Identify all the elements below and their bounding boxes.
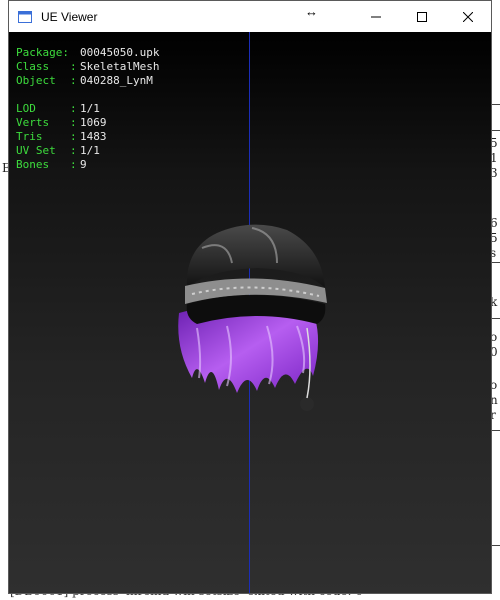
- maximize-icon: [417, 11, 427, 22]
- console-divider: [491, 262, 500, 263]
- class-value: SkeletalMesh: [80, 60, 160, 73]
- minimize-icon: [371, 16, 381, 17]
- resize-icon: ↔: [305, 4, 318, 19]
- object-label: Object: [16, 74, 56, 87]
- console-divider: [491, 130, 500, 131]
- class-label: Class: [16, 60, 50, 73]
- cap-crown: [186, 224, 325, 288]
- uvset-label: UV Set: [16, 144, 56, 157]
- package-value: 00045050.upk: [80, 46, 160, 59]
- mesh-info-panel: Package: 00045050.upk Class: SkeletalMesh …: [16, 46, 160, 171]
- verts-label: Verts: [16, 116, 50, 129]
- bones-label: Bones: [16, 158, 50, 171]
- lod-label: LOD: [16, 102, 36, 115]
- console-divider: [491, 430, 500, 431]
- tris-label: Tris: [16, 130, 43, 143]
- verts-value: 1069: [80, 116, 107, 129]
- 3d-viewport[interactable]: Package: 00045050.upk Class: SkeletalMesh …: [9, 32, 491, 593]
- package-label: Package:: [16, 46, 69, 59]
- console-divider: [491, 318, 500, 319]
- cap-pompom: [300, 397, 314, 411]
- app-icon: [17, 9, 33, 25]
- minimize-button[interactable]: [353, 1, 399, 32]
- ue-viewer-window: UE Viewer ↔ Package: 00045050.upk Class: S…: [8, 0, 492, 594]
- maximize-button[interactable]: [399, 1, 445, 32]
- bones-value: 9: [80, 158, 87, 171]
- hair-cap-mesh: [178, 224, 327, 411]
- title-bar[interactable]: UE Viewer ↔: [9, 1, 491, 32]
- tris-value: 1483: [80, 130, 107, 143]
- lod-value: 1/1: [80, 102, 100, 115]
- uvset-value: 1/1: [80, 144, 100, 157]
- object-value: 040288_LynM: [80, 74, 153, 87]
- close-icon: [463, 11, 473, 22]
- close-button[interactable]: [445, 1, 491, 32]
- console-divider: [491, 545, 500, 546]
- console-divider: [491, 104, 500, 105]
